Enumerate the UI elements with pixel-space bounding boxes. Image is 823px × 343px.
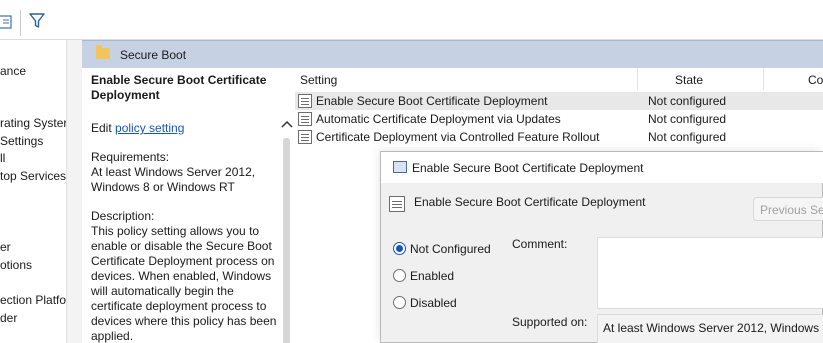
chevron-up-icon[interactable] xyxy=(281,118,293,132)
policy-setting-icon xyxy=(298,130,312,144)
setting-name: Automatic Certificate Deployment via Upd… xyxy=(316,112,561,126)
radio-label[interactable]: Disabled xyxy=(410,296,457,310)
radio-label[interactable]: Not Configured xyxy=(410,242,491,256)
column-comment[interactable]: Co xyxy=(808,73,823,87)
radio-disabled[interactable]: Disabled xyxy=(393,295,513,311)
category-header: Secure Boot xyxy=(82,40,823,68)
toolbar xyxy=(0,0,823,40)
radio-not-configured[interactable]: Not Configured xyxy=(393,241,513,257)
setting-name: Certificate Deployment via Controlled Fe… xyxy=(316,130,600,144)
dialog-heading: Enable Secure Boot Certificate Deploymen… xyxy=(414,195,646,209)
description-scrollbar[interactable] xyxy=(279,68,295,343)
column-setting[interactable]: Setting xyxy=(300,73,337,87)
list-item[interactable]: Certificate Deployment via Controlled Fe… xyxy=(295,128,823,146)
policy-setting-link[interactable]: policy setting xyxy=(115,121,184,135)
requirements-label: Requirements: xyxy=(91,150,170,164)
policy-setting-icon xyxy=(298,112,312,126)
description-block: Description: This policy setting allows … xyxy=(91,209,279,343)
previous-setting-button[interactable]: Previous Setting xyxy=(753,197,823,221)
policy-heading: Enable Secure Boot Certificate Deploymen… xyxy=(91,73,267,102)
tree-item[interactable]: er xyxy=(0,240,11,254)
edit-line: Edit policy setting xyxy=(91,121,279,136)
tree-item[interactable]: Settings xyxy=(0,134,43,148)
list-item[interactable]: Automatic Certificate Deployment via Upd… xyxy=(295,110,823,128)
setting-name: Enable Secure Boot Certificate Deploymen… xyxy=(316,94,548,108)
radio-enabled[interactable]: Enabled xyxy=(393,268,513,284)
dialog-titlebar[interactable]: Enable Secure Boot Certificate Deploymen… xyxy=(381,152,823,183)
edit-prefix: Edit xyxy=(91,121,112,135)
tree-item[interactable]: der xyxy=(0,311,17,325)
category-title: Secure Boot xyxy=(120,48,187,62)
tree-item[interactable]: ance xyxy=(0,64,26,78)
tree-item[interactable]: otions xyxy=(0,258,32,272)
radio-circle[interactable] xyxy=(393,296,406,309)
supported-on-label: Supported on: xyxy=(512,315,588,329)
list-item[interactable]: Enable Secure Boot Certificate Deploymen… xyxy=(295,92,823,110)
console-tree-icon[interactable] xyxy=(0,12,14,32)
tree-scrollbar[interactable] xyxy=(66,40,82,343)
folder-icon xyxy=(96,45,110,59)
filter-icon[interactable] xyxy=(28,12,48,32)
column-divider[interactable] xyxy=(637,68,638,90)
comment-label: Comment: xyxy=(512,237,568,251)
dialog-window-title: Enable Secure Boot Certificate Deploymen… xyxy=(412,161,644,175)
policy-dialog: Enable Secure Boot Certificate Deploymen… xyxy=(380,151,823,343)
radio-circle[interactable] xyxy=(393,242,406,255)
radio-circle[interactable] xyxy=(393,269,406,282)
scrollbar-thumb[interactable] xyxy=(283,138,290,343)
supported-on-field[interactable]: At least Windows Server 2012, Windows 8 … xyxy=(597,314,823,343)
column-state[interactable]: State xyxy=(675,73,703,87)
tree-item[interactable]: top Services xyxy=(0,169,66,183)
description-label: Description: xyxy=(91,209,155,223)
description-text: This policy setting allows you to enable… xyxy=(91,224,277,343)
setting-state: Not configured xyxy=(648,112,727,126)
tree-item[interactable]: ll xyxy=(0,151,5,165)
description-pane: Enable Secure Boot Certificate Deploymen… xyxy=(82,68,279,343)
navigation-tree: ance rating Syster Settings ll top Servi… xyxy=(0,40,66,343)
requirements-text: At least Windows Server 2012, Windows 8 … xyxy=(91,165,256,194)
setting-state: Not configured xyxy=(648,94,727,108)
tree-item[interactable]: ection Platfo xyxy=(0,293,66,307)
list-header: Setting State Co xyxy=(295,68,823,92)
policy-window-icon xyxy=(393,161,407,173)
column-divider[interactable] xyxy=(763,68,764,90)
requirements-block: Requirements: At least Windows Server 20… xyxy=(91,150,279,195)
toolbar-separator xyxy=(20,10,21,36)
radio-label[interactable]: Enabled xyxy=(410,269,454,283)
policy-setting-icon xyxy=(389,196,405,212)
policy-setting-icon xyxy=(298,94,312,108)
tree-item[interactable]: rating Syster xyxy=(0,116,66,130)
setting-state: Not configured xyxy=(648,130,727,144)
comment-field[interactable] xyxy=(597,237,823,309)
